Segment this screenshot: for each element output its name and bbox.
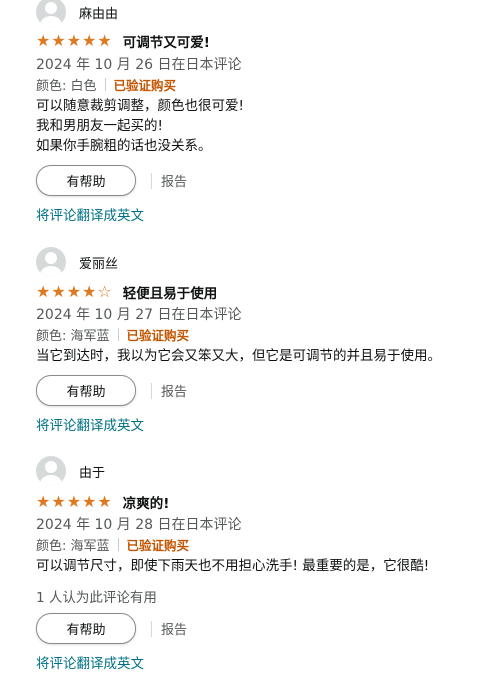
star-empty-icon: ☆ (97, 282, 112, 301)
review-heading: ★ ★ ★ ★ ★ 凉爽的! (36, 492, 170, 513)
review-title[interactable]: 轻便且易于使用 (123, 282, 218, 302)
helpful-button[interactable]: 有帮助 (36, 375, 136, 406)
review-actions: 有帮助 报告 (36, 613, 187, 644)
star-filled-icon: ★ (36, 492, 51, 511)
star-filled-icon: ★ (97, 492, 112, 511)
star-filled-icon: ★ (66, 282, 82, 301)
user-avatar-icon (36, 456, 66, 486)
reviewer-profile[interactable]: 麻由由 (36, 0, 118, 27)
meta-divider (117, 328, 119, 341)
review-body-line: 我和男朋友一起买的! (36, 118, 163, 134)
review-body: 可以调节尺寸，即使下雨天也不用担心洗手! 最重要的是，它很酷! (36, 556, 429, 576)
helpful-button[interactable]: 有帮助 (36, 613, 136, 644)
user-avatar-icon (36, 247, 66, 277)
meta-divider (104, 78, 106, 91)
star-filled-icon: ★ (51, 31, 66, 50)
star-filled-icon: ★ (36, 282, 51, 301)
translate-review-link[interactable]: 将评论翻译成英文 (36, 652, 144, 672)
color-variant[interactable]: 颜色: 海军蓝 (36, 325, 110, 344)
helpful-button[interactable]: 有帮助 (36, 165, 136, 196)
review-heading: ★ ★ ★ ★ ☆ 轻便且易于使用 (36, 282, 218, 303)
review-meta: 颜色: 白色 已验证购买 (36, 75, 176, 94)
star-filled-icon: ★ (36, 31, 51, 50)
review-actions: 有帮助 报告 (36, 165, 187, 196)
translate-review-link[interactable]: 将评论翻译成英文 (36, 204, 144, 224)
verified-purchase-badge: 已验证购买 (126, 538, 190, 553)
review-title[interactable]: 凉爽的! (123, 492, 170, 512)
action-divider (151, 620, 152, 637)
review-title[interactable]: 可调节又可爱! (123, 31, 210, 51)
color-variant[interactable]: 颜色: 海军蓝 (36, 535, 110, 554)
review-body: 可以随意裁剪调整，颜色也很可爱! 我和男朋友一起买的! 如果你手腕粗的话也没关系… (36, 96, 244, 156)
star-filled-icon: ★ (82, 282, 97, 301)
review-date: 2024 年 10 月 28 日在日本评论 (36, 517, 242, 533)
meta-divider (117, 538, 119, 551)
report-link[interactable]: 报告 (161, 171, 187, 190)
reviewer-name: 麻由由 (79, 6, 119, 22)
user-avatar-icon (36, 0, 66, 27)
reviewer-name: 由于 (79, 465, 106, 481)
helpful-count: 1 人认为此评论有用 (36, 590, 157, 606)
review-body-line: 当它到达时，我以为它会又笨又大，但它是可调节的并且易于使用。 (36, 348, 441, 364)
reviewer-name: 爱丽丝 (79, 256, 119, 272)
review-heading: ★ ★ ★ ★ ★ 可调节又可爱! (36, 31, 210, 52)
review-body-line: 可以调节尺寸，即使下雨天也不用担心洗手! 最重要的是，它很酷! (36, 558, 430, 574)
review-body: 当它到达时，我以为它会又笨又大，但它是可调节的并且易于使用。 (36, 346, 441, 366)
review-meta: 颜色: 海军蓝 已验证购买 (36, 535, 189, 554)
star-rating: ★ ★ ★ ★ ☆ (36, 284, 112, 300)
star-filled-icon: ★ (51, 282, 66, 301)
translate-review-link[interactable]: 将评论翻译成英文 (36, 414, 144, 434)
star-filled-icon: ★ (51, 492, 66, 511)
review-date: 2024 年 10 月 26 日在日本评论 (36, 57, 242, 73)
review-actions: 有帮助 报告 (36, 375, 187, 406)
star-filled-icon: ★ (82, 31, 97, 50)
report-link[interactable]: 报告 (161, 381, 187, 400)
reviewer-profile[interactable]: 爱丽丝 (36, 247, 118, 277)
action-divider (151, 172, 152, 189)
report-link[interactable]: 报告 (161, 619, 187, 638)
star-filled-icon: ★ (66, 492, 82, 511)
review-meta: 颜色: 海军蓝 已验证购买 (36, 325, 189, 344)
reviewer-profile[interactable]: 由于 (36, 456, 105, 486)
review-body-line: 如果你手腕粗的话也没关系。 (36, 138, 212, 154)
verified-purchase-badge: 已验证购买 (126, 328, 190, 343)
action-divider (151, 382, 152, 399)
star-rating: ★ ★ ★ ★ ★ (36, 33, 112, 49)
color-variant[interactable]: 颜色: 白色 (36, 75, 97, 94)
review-body-line: 可以随意裁剪调整，颜色也很可爱! (36, 98, 244, 114)
star-rating: ★ ★ ★ ★ ★ (36, 494, 112, 510)
verified-purchase-badge: 已验证购买 (113, 78, 177, 93)
star-filled-icon: ★ (82, 492, 97, 511)
star-filled-icon: ★ (66, 31, 82, 50)
star-filled-icon: ★ (97, 31, 112, 50)
review-date: 2024 年 10 月 27 日在日本评论 (36, 307, 242, 323)
